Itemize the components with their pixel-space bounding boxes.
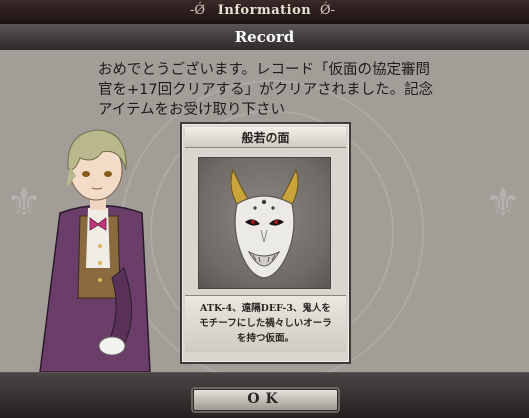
description-line: を持つ仮面。 bbox=[236, 333, 294, 344]
information-header: -Ǿ Information Ǿ- bbox=[0, 0, 529, 25]
description-line: モチーフにした禍々しいオーラ bbox=[199, 318, 332, 329]
message-text: おめでとうございます。レコード「仮面の協定審問 官を+17回クリアする」がクリア… bbox=[98, 60, 518, 120]
dialog-panel: ⚜ ⚜ おめでとうございます。レコード「仮面の協定審問 官を+17回クリアする」… bbox=[0, 50, 529, 372]
message-line: アイテムをお受け取り下さい bbox=[98, 102, 286, 118]
dialog-title: Record bbox=[234, 28, 295, 46]
item-image bbox=[198, 157, 331, 289]
ok-button-label: OK bbox=[247, 391, 284, 407]
item-description: ATK-4、遠隔DEF-3、鬼人を モチーフにした禍々しいオーラ を持つ仮面。 bbox=[193, 301, 338, 346]
message-line: おめでとうございます。レコード「仮面の協定審問 bbox=[98, 62, 431, 78]
hannya-mask-icon bbox=[230, 168, 299, 279]
item-description-box: ATK-4、遠隔DEF-3、鬼人を モチーフにした禍々しいオーラ を持つ仮面。 bbox=[185, 295, 346, 352]
header-title: Information bbox=[217, 3, 312, 18]
item-name: 般若の面 bbox=[241, 131, 290, 145]
dialog-title-bar: Record bbox=[0, 24, 529, 51]
fleur-right-icon: ⚜ bbox=[485, 180, 521, 226]
game-screen: -Ǿ Information Ǿ- Record ⚜ ⚜ おめでとうございます。… bbox=[0, 0, 529, 418]
message-line: 官を+17回クリアする」がクリアされました。記念 bbox=[98, 82, 434, 98]
ok-button[interactable]: OK bbox=[193, 389, 338, 411]
character-portrait bbox=[39, 129, 151, 372]
item-name-bar: 般若の面 bbox=[185, 127, 346, 148]
item-card: 般若の面 ATK-4、遠隔DEF-3、鬼人を モチーフにした禍々しいオーラ を持… bbox=[180, 122, 351, 364]
footer-bar: OK bbox=[0, 372, 529, 418]
description-line: ATK-4、遠隔DEF-3、鬼人を bbox=[200, 303, 331, 314]
ornament-right-icon: Ǿ- bbox=[320, 3, 336, 18]
